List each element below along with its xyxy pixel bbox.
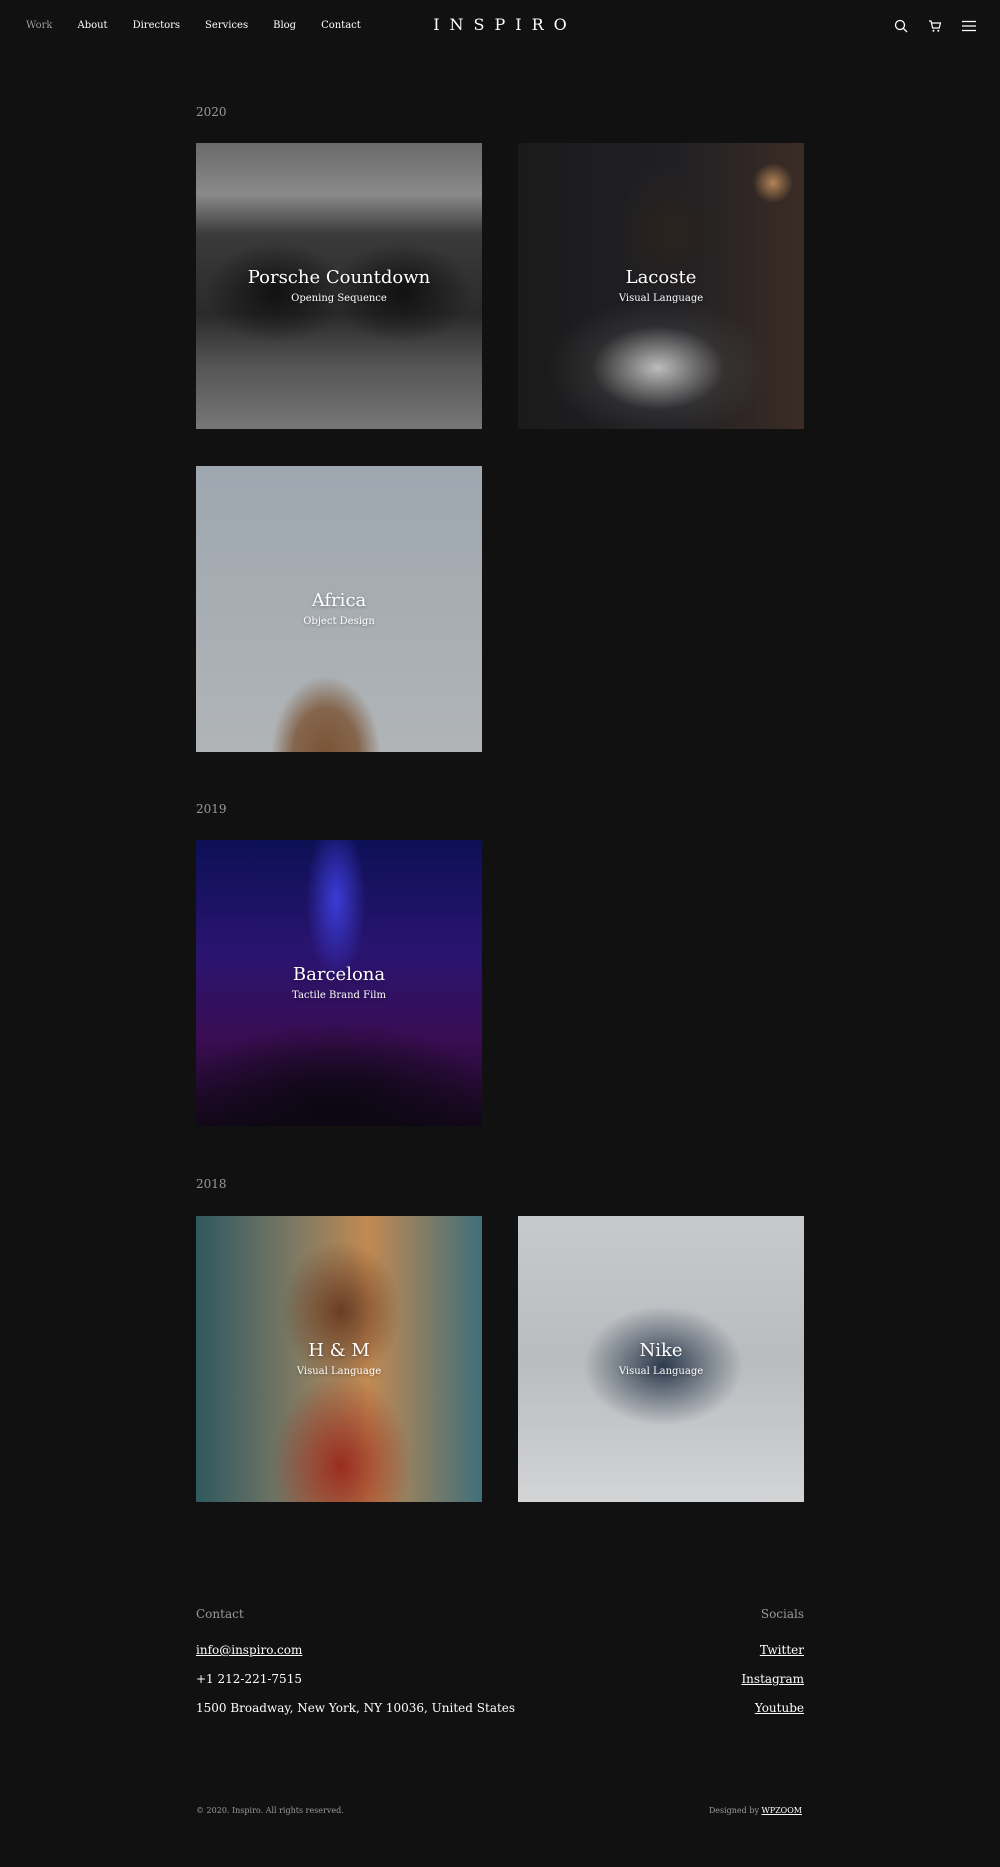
copyright-text: © 2020. Inspiro. All rights reserved. (196, 1806, 344, 1815)
tile-title: Lacoste (625, 267, 697, 288)
tile-caption: Africa Object Design (196, 590, 482, 630)
contact-phone: +1 212-221-7515 (196, 1672, 302, 1686)
portfolio-item-africa[interactable]: Africa Object Design (196, 466, 482, 752)
year-heading-2018: 2018 (196, 1177, 227, 1191)
portfolio-item-porsche[interactable]: Porsche Countdown Opening Sequence (196, 143, 482, 429)
tile-subtitle: Tactile Brand Film (292, 990, 386, 1001)
designed-by: Designed by WPZOOM (709, 1806, 802, 1815)
tile-title: Nike (639, 1340, 683, 1361)
designer-link[interactable]: WPZOOM (762, 1806, 802, 1815)
header-icons (876, 17, 978, 35)
tile-caption: H & M Visual Language (196, 1340, 482, 1380)
contact-address: 1500 Broadway, New York, NY 10036, Unite… (196, 1701, 516, 1715)
portfolio-item-barcelona[interactable]: Barcelona Tactile Brand Film (196, 840, 482, 1126)
tile-subtitle: Visual Language (618, 1366, 704, 1377)
social-link-twitter[interactable]: Twitter (760, 1643, 804, 1657)
tile-subtitle: Visual Language (296, 1366, 382, 1377)
year-heading-2019: 2019 (196, 802, 227, 816)
contact-email-link[interactable]: info@inspiro.com (196, 1643, 302, 1657)
tile-title: Barcelona (292, 964, 386, 985)
cart-icon[interactable] (926, 17, 944, 35)
social-link-instagram[interactable]: Instagram (741, 1672, 804, 1686)
designed-by-prefix: Designed by (708, 1806, 759, 1815)
year-heading-2020: 2020 (196, 105, 227, 119)
menu-icon[interactable] (960, 17, 978, 35)
portfolio-item-lacoste[interactable]: Lacoste Visual Language (518, 143, 804, 429)
site-header: Work About Directors Services Blog Conta… (0, 0, 1000, 52)
tile-caption: Lacoste Visual Language (518, 267, 804, 307)
tile-caption: Barcelona Tactile Brand Film (196, 964, 482, 1004)
tile-subtitle: Visual Language (618, 293, 704, 304)
portfolio-item-hm[interactable]: H & M Visual Language (196, 1216, 482, 1502)
search-icon[interactable] (892, 17, 910, 35)
tile-title: Porsche Countdown (247, 267, 431, 288)
tile-subtitle: Opening Sequence (291, 293, 387, 304)
tile-subtitle: Object Design (303, 616, 375, 627)
socials-heading: Socials (760, 1607, 804, 1621)
tile-caption: Nike Visual Language (518, 1340, 804, 1380)
contact-heading: Contact (196, 1607, 244, 1621)
tile-title: H & M (308, 1340, 370, 1361)
portfolio-item-nike[interactable]: Nike Visual Language (518, 1216, 804, 1502)
tile-title: Africa (311, 590, 367, 611)
tile-caption: Porsche Countdown Opening Sequence (196, 267, 482, 307)
site-logo[interactable]: INSPIRO (0, 15, 1000, 34)
social-link-youtube[interactable]: Youtube (755, 1701, 804, 1715)
